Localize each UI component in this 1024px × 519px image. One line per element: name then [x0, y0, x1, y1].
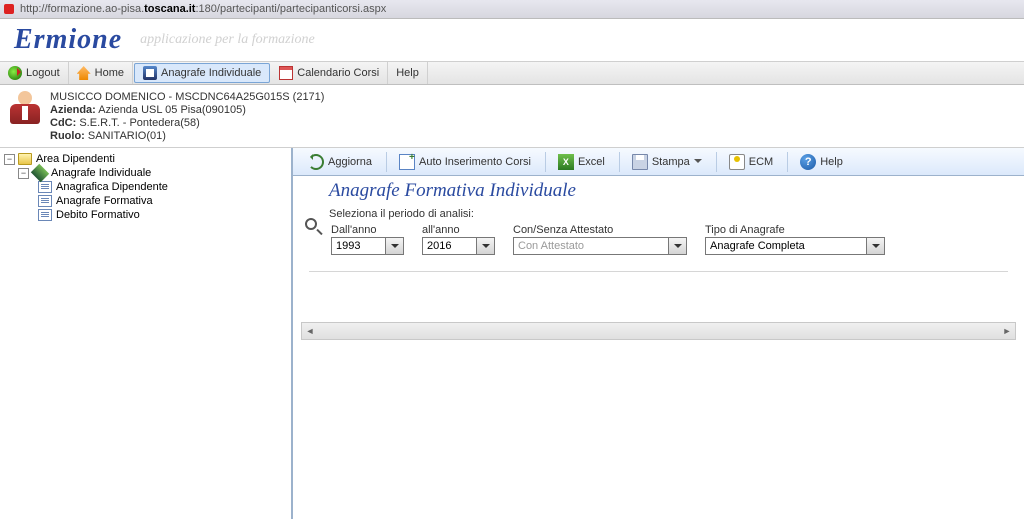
select-value: Anagrafe Completa [705, 237, 867, 255]
scroll-right-icon[interactable]: ► [999, 326, 1015, 336]
user-info-panel: MUSICCO DOMENICO - MSCDNC64A25G015S (217… [0, 85, 1024, 148]
page-title: Anagrafe Formativa Individuale [293, 176, 1024, 208]
refresh-icon [308, 154, 324, 170]
logout-icon [8, 66, 22, 80]
main-menubar: Logout Home Anagrafe Individuale Calenda… [0, 61, 1024, 85]
menu-anagrafe-individuale[interactable]: Anagrafe Individuale [134, 63, 270, 83]
url-text: http://formazione.ao-pisa.toscana.it:180… [20, 3, 386, 15]
menu-help[interactable]: Help [388, 62, 428, 84]
user-info-text: MUSICCO DOMENICO - MSCDNC64A25G015S (217… [50, 91, 324, 143]
ecm-icon [729, 154, 745, 170]
excel-button[interactable]: X Excel [549, 151, 614, 173]
horizontal-scrollbar[interactable]: ◄ ► [301, 322, 1016, 340]
attestato-select[interactable]: Con Attestato [513, 237, 687, 255]
separator [787, 152, 788, 172]
folder-icon [18, 153, 32, 165]
menu-help-label: Help [396, 67, 419, 79]
chevron-down-icon[interactable] [669, 237, 687, 255]
collapse-icon[interactable]: − [18, 168, 29, 179]
anagrafe-icon [143, 66, 157, 80]
btn-label: Stampa [652, 156, 690, 168]
attestato-label: Con/Senza Attestato [513, 224, 687, 236]
btn-label: Aggiorna [328, 156, 372, 168]
tree-label: Area Dipendenti [36, 153, 115, 165]
app-tagline: applicazione per la formazione [140, 32, 315, 48]
chevron-down-icon[interactable] [867, 237, 885, 255]
document-icon [38, 181, 52, 193]
btn-label: ECM [749, 156, 773, 168]
filter-panel: Seleziona il periodo di analisi: Dall'an… [293, 208, 1024, 263]
tree-anagrafe-formativa[interactable]: Anagrafe Formativa [38, 195, 287, 207]
chevron-down-icon[interactable] [477, 237, 495, 255]
search-icon [305, 218, 323, 236]
chevron-down-icon[interactable] [386, 237, 404, 255]
tree-anagrafica-dipendente[interactable]: Anagrafica Dipendente [38, 181, 287, 193]
home-icon [77, 66, 91, 80]
menu-home[interactable]: Home [69, 62, 133, 84]
separator [619, 152, 620, 172]
dall-anno-label: Dall'anno [331, 224, 404, 236]
auto-insert-icon [399, 154, 415, 170]
separator [386, 152, 387, 172]
collapse-icon[interactable]: − [4, 154, 15, 165]
app-banner: Ermione applicazione per la formazione [0, 19, 1024, 61]
menu-logout-label: Logout [26, 67, 60, 79]
select-value: 2016 [422, 237, 477, 255]
favicon-icon [4, 4, 14, 14]
btn-label: Excel [578, 156, 605, 168]
menu-anagrafe-label: Anagrafe Individuale [161, 67, 261, 79]
btn-label: Help [820, 156, 843, 168]
tipo-anagrafe-label: Tipo di Anagrafe [705, 224, 885, 236]
chevron-down-icon [694, 159, 702, 167]
divider [309, 271, 1008, 272]
menu-logout[interactable]: Logout [0, 62, 69, 84]
ecm-button[interactable]: ECM [720, 151, 782, 173]
avatar-icon [8, 91, 42, 125]
tree-anagrafe-individuale[interactable]: − Anagrafe Individuale [18, 167, 287, 179]
filter-hint: Seleziona il periodo di analisi: [329, 208, 1024, 220]
tree-area-dipendenti[interactable]: − Area Dipendenti [4, 153, 287, 165]
tree-label: Anagrafica Dipendente [56, 181, 168, 193]
tipo-anagrafe-select[interactable]: Anagrafe Completa [705, 237, 885, 255]
dall-anno-select[interactable]: 1993 [331, 237, 404, 255]
menu-home-label: Home [95, 67, 124, 79]
aggiorna-button[interactable]: Aggiorna [299, 151, 381, 173]
navigation-tree: −Area Dipendenti −Anagrafe Individuale A… [0, 148, 293, 519]
menu-calendario-label: Calendario Corsi [297, 67, 379, 79]
document-icon [38, 209, 52, 221]
all-anno-label: all'anno [422, 224, 495, 236]
select-value: 1993 [331, 237, 386, 255]
action-toolbar: Aggiorna Auto Inserimento Corsi X Excel S… [293, 148, 1024, 176]
help-icon: ? [800, 154, 816, 170]
main-panel: Aggiorna Auto Inserimento Corsi X Excel S… [293, 148, 1024, 519]
menu-calendario-corsi[interactable]: Calendario Corsi [271, 62, 388, 84]
tree-label: Anagrafe Individuale [51, 167, 151, 179]
auto-inserimento-button[interactable]: Auto Inserimento Corsi [390, 151, 540, 173]
browser-address-bar: http://formazione.ao-pisa.toscana.it:180… [0, 0, 1024, 19]
calendar-icon [279, 66, 293, 80]
app-logo: Ermione [14, 24, 122, 56]
tree-label: Debito Formativo [56, 209, 140, 221]
scroll-left-icon[interactable]: ◄ [302, 326, 318, 336]
stampa-button[interactable]: Stampa [623, 151, 711, 173]
print-icon [632, 154, 648, 170]
tree-debito-formativo[interactable]: Debito Formativo [38, 209, 287, 221]
tree-label: Anagrafe Formativa [56, 195, 153, 207]
separator [545, 152, 546, 172]
help-button[interactable]: ? Help [791, 151, 852, 173]
all-anno-select[interactable]: 2016 [422, 237, 495, 255]
separator [716, 152, 717, 172]
select-value: Con Attestato [513, 237, 669, 255]
btn-label: Auto Inserimento Corsi [419, 156, 531, 168]
document-icon [38, 195, 52, 207]
excel-icon: X [558, 154, 574, 170]
